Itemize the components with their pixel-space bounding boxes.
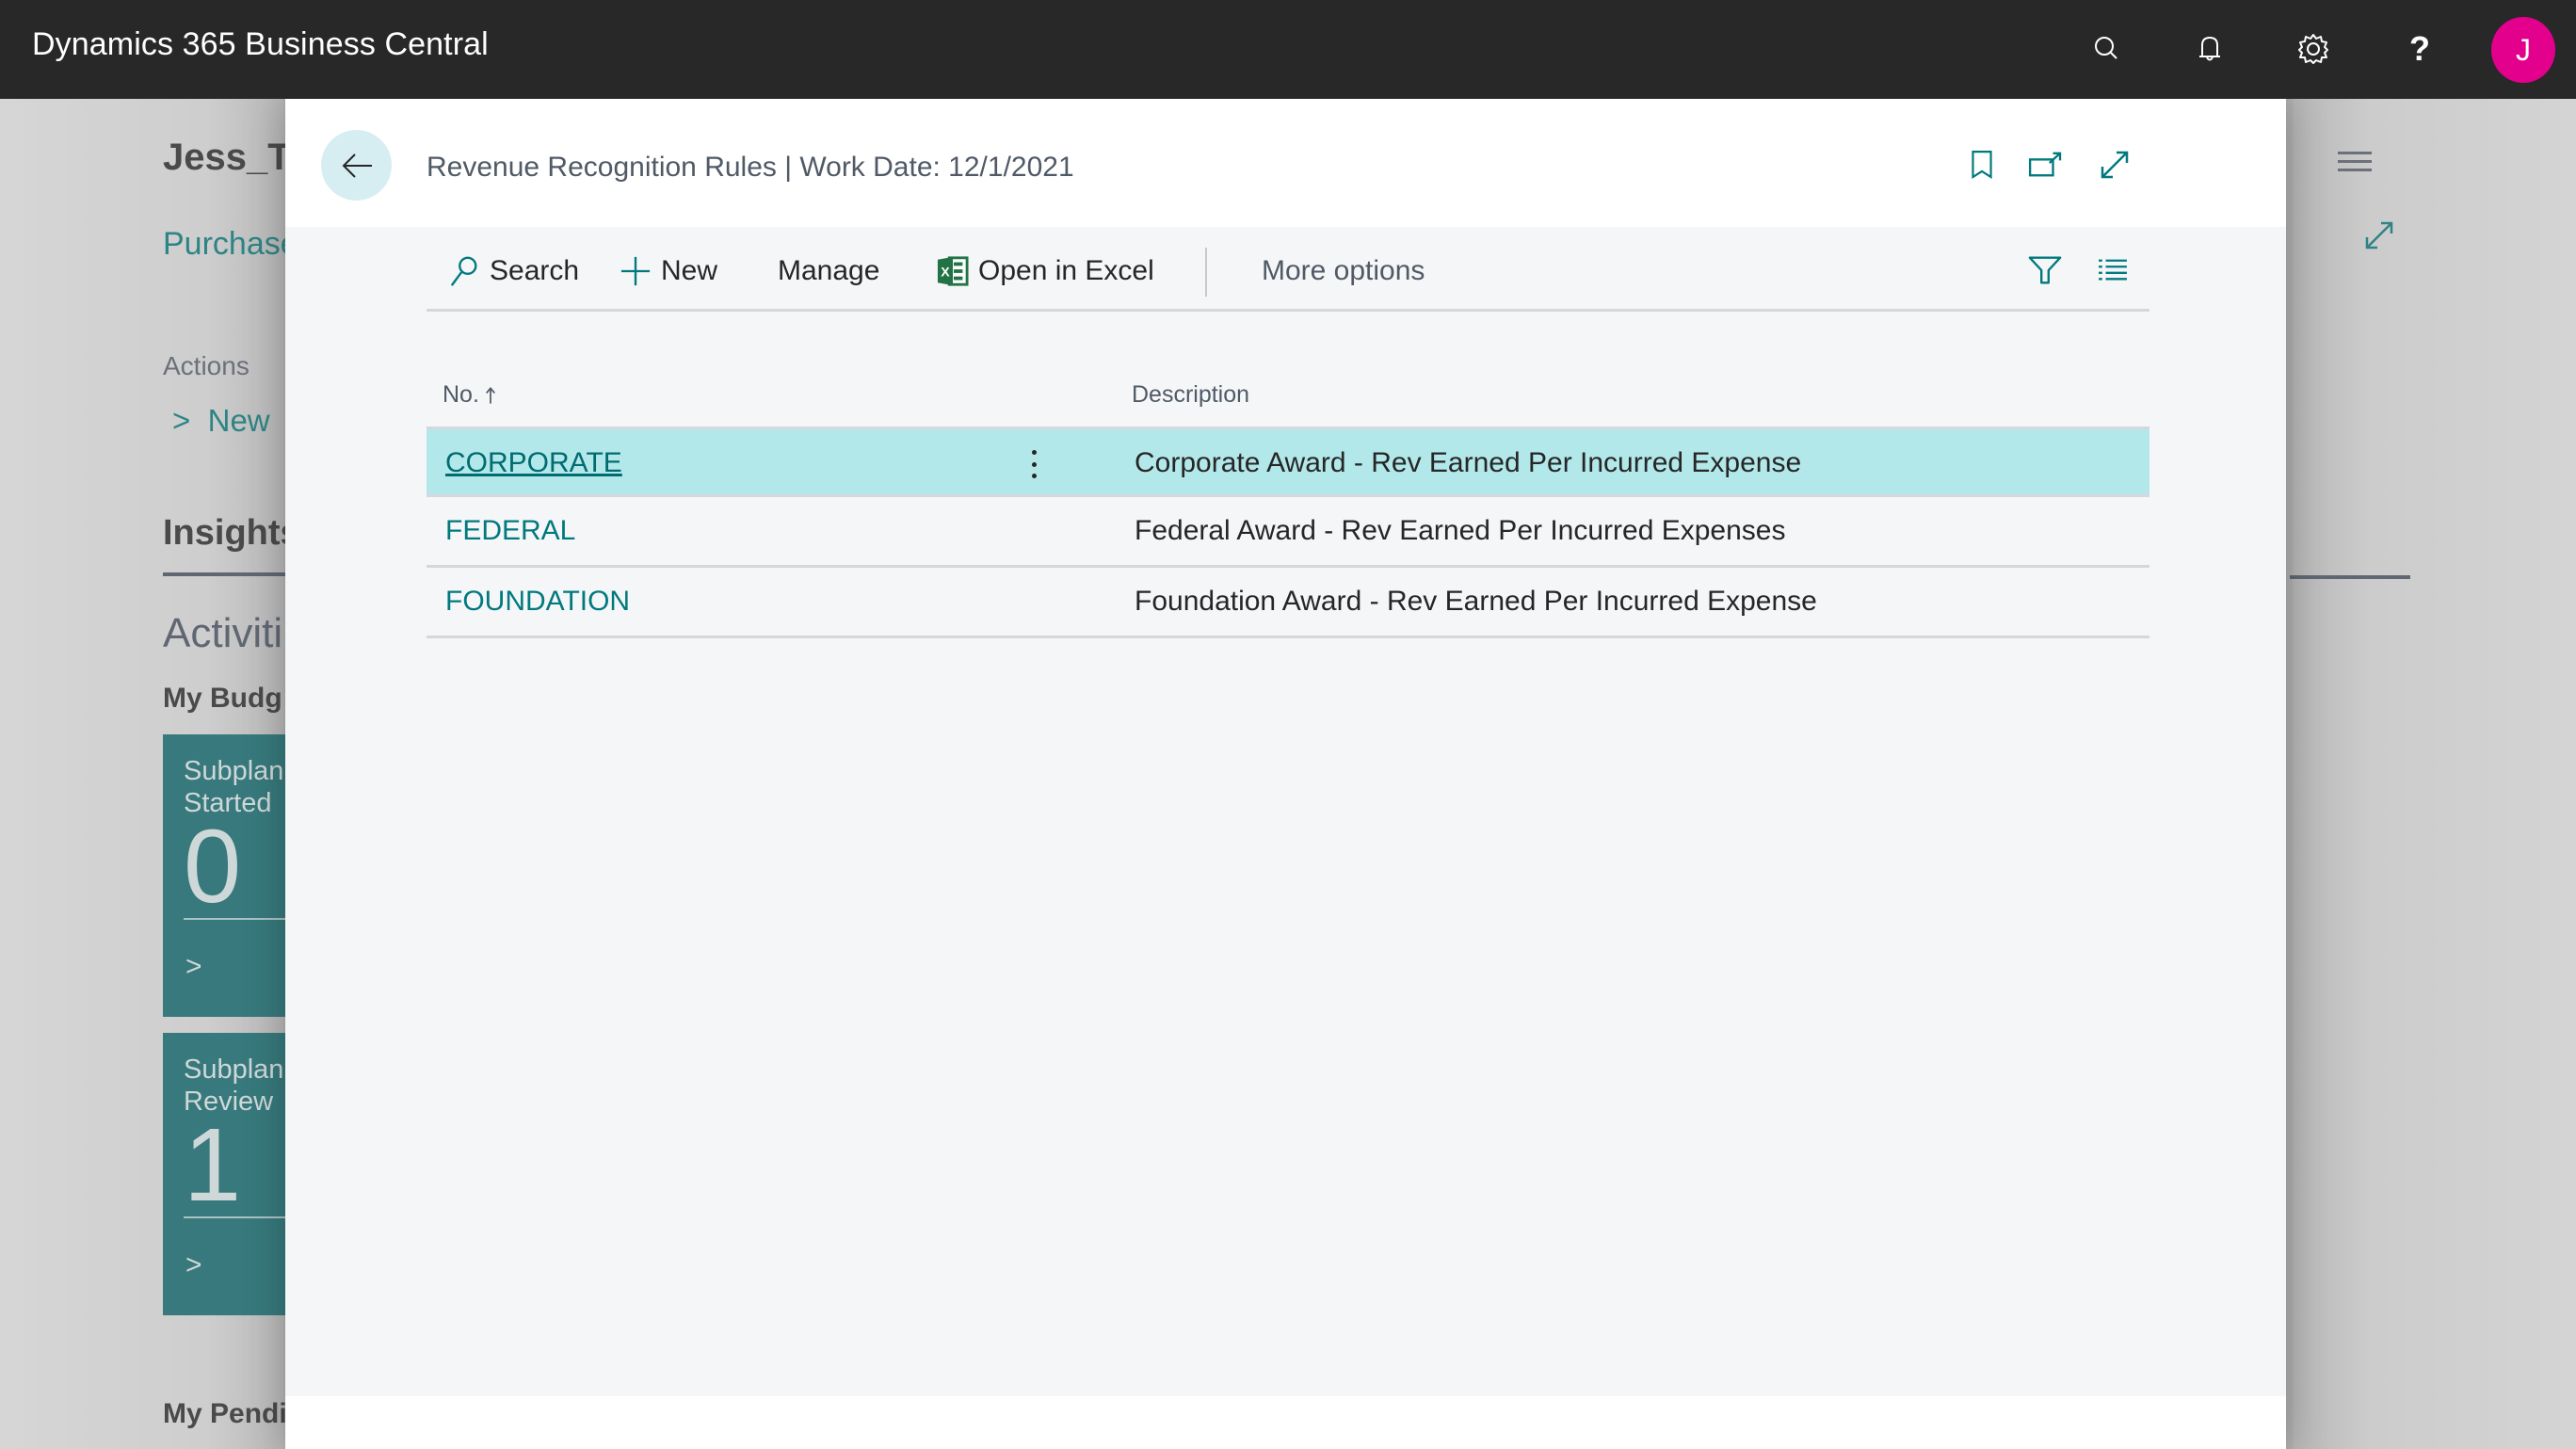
search-icon [450,256,477,286]
chevron-right-icon: > [185,951,202,982]
arrow-left-icon [342,153,372,178]
row-description: Corporate Award - Rev Earned Per Incurre… [1135,447,1802,478]
my-budget-heading: My Budg [163,683,282,714]
bell-icon[interactable] [2189,28,2230,70]
tile-divider [184,918,295,920]
open-in-excel-label: Open in Excel [978,255,1154,286]
activities-heading: Activiti [163,610,283,656]
list-view-icon[interactable] [2094,251,2132,289]
open-new-window-icon[interactable] [2027,146,2065,184]
chevron-right-icon: > [172,403,191,438]
cue-tile[interactable]: Subplan Started 0 > [163,734,295,1017]
revenue-recognition-rules-dialog: Revenue Recognition Rules | Work Date: 1… [285,99,2286,1449]
tile-divider [184,1216,295,1218]
row-description: Foundation Award - Rev Earned Per Incurr… [1135,586,1817,617]
expand-icon[interactable] [2363,219,2395,251]
toolbar-divider [427,309,2149,312]
table-row[interactable]: CORPORATE Corporate Award - Rev Earned P… [427,427,2149,497]
section-underline [2290,575,2410,579]
tile-value: 1 [184,1107,242,1223]
chevron-right-icon: > [185,1249,202,1280]
app-bar: Dynamics 365 Business Central ? J [0,0,2576,99]
svg-text:?: ? [2409,30,2430,68]
more-options-button[interactable]: More options [1262,248,1425,295]
column-header-no[interactable]: No. [443,381,496,409]
sort-ascending-icon [485,386,495,404]
dialog-title: Revenue Recognition Rules | Work Date: 1… [427,152,1074,183]
actions-label: Actions [163,351,250,380]
open-in-excel-button[interactable]: X Open in Excel [937,248,1154,295]
new-action-label: New [207,403,270,438]
table-row[interactable]: FOUNDATION Foundation Award - Rev Earned… [427,568,2149,638]
manage-button-label: Manage [778,255,880,286]
column-header-description-label: Description [1132,381,1250,408]
cue-tile[interactable]: Subplan Review 1 > [163,1033,295,1315]
gear-icon[interactable] [2293,28,2334,70]
row-description: Federal Award - Rev Earned Per Incurred … [1135,515,1786,546]
app-title[interactable]: Dynamics 365 Business Central [32,26,489,63]
row-no-link[interactable]: FEDERAL [445,515,575,547]
insights-heading[interactable]: Insights [163,513,300,554]
search-button-label: Search [490,255,580,286]
help-icon[interactable]: ? [2399,28,2440,70]
row-no-link[interactable]: CORPORATE [445,447,622,479]
background-link[interactable]: Purchase [163,226,298,263]
new-button[interactable]: New [620,248,717,295]
my-pending-heading: My Pendi [163,1398,287,1429]
plus-icon [620,256,651,286]
hamburger-menu-icon[interactable] [2338,152,2372,177]
manage-button[interactable]: Manage [778,248,879,295]
toolbar-separator [1205,248,1207,297]
column-header-no-label: No. [443,381,479,408]
tile-value: 0 [184,809,242,925]
avatar[interactable]: J [2491,17,2555,83]
more-options-label: More options [1262,255,1425,286]
row-actions-menu-icon[interactable] [1020,446,1048,482]
bookmark-icon[interactable] [1963,146,2001,184]
back-button[interactable] [321,130,392,201]
new-action-link[interactable]: > New [172,403,270,439]
insights-underline [163,572,295,576]
row-no-link[interactable]: FOUNDATION [445,586,630,618]
table-row[interactable]: FEDERAL Federal Award - Rev Earned Per I… [427,497,2149,568]
new-button-label: New [661,255,718,286]
search-button[interactable]: Search [448,248,579,295]
search-icon[interactable] [2085,28,2127,70]
svg-text:X: X [941,266,950,281]
expand-icon[interactable] [2096,146,2133,184]
excel-icon: X [937,256,969,286]
column-header-description[interactable]: Description [1132,381,1249,409]
filter-icon[interactable] [2026,251,2064,289]
table-header: No. Description [427,372,2149,427]
rules-table: No. Description CORPORATE Corporate Awar… [427,372,2149,638]
